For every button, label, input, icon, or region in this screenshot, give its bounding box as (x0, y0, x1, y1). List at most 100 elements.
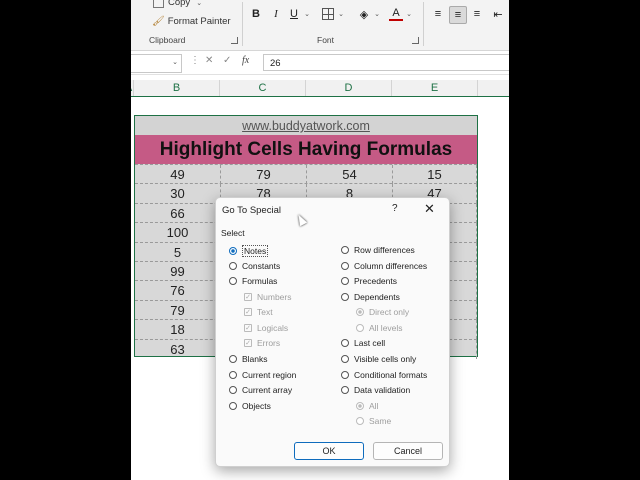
option-label: Column differences (354, 261, 428, 271)
table-cell[interactable]: 54 (307, 165, 393, 184)
option-label: Same (369, 416, 392, 426)
option-column-differences[interactable]: Column differences (341, 261, 427, 271)
check-text: ✓ Text (244, 307, 273, 317)
underline-button[interactable]: U (288, 6, 300, 22)
option-current-array[interactable]: Current array (229, 385, 292, 395)
radio-button[interactable] (341, 339, 349, 347)
table-cell[interactable]: 30 (135, 184, 221, 204)
radio-button[interactable] (229, 371, 237, 379)
column-header-e[interactable]: E (392, 80, 478, 96)
radio-button[interactable] (229, 277, 237, 285)
option-dependents[interactable]: Dependents (341, 292, 400, 302)
option-label: Text (257, 307, 273, 317)
insert-function-icon[interactable]: fx (242, 55, 249, 66)
option-visible-cells-only[interactable]: Visible cells only (341, 354, 416, 364)
table-cell[interactable]: 100 (135, 223, 221, 243)
column-header-b[interactable]: B (134, 80, 220, 96)
bold-button[interactable]: B (250, 6, 262, 22)
column-header-c[interactable]: C (220, 80, 306, 96)
name-box[interactable]: ⌄ (131, 54, 182, 73)
radio-button[interactable] (229, 386, 237, 394)
radio-button[interactable] (229, 262, 237, 270)
option-blanks[interactable]: Blanks (229, 354, 268, 364)
formula-input[interactable]: 26 (263, 54, 509, 71)
option-objects[interactable]: Objects (229, 401, 271, 411)
radio-button[interactable] (341, 293, 349, 301)
fill-dropdown-icon[interactable]: ⌄ (372, 6, 382, 22)
option-label: Formulas (242, 276, 278, 286)
check-errors: ✓ Errors (244, 338, 280, 348)
option-validation-all: All (356, 401, 378, 411)
table-cell[interactable]: 79 (221, 165, 307, 184)
radio-button[interactable] (229, 402, 237, 410)
option-current-region[interactable]: Current region (229, 370, 296, 380)
radio-button (356, 308, 364, 316)
indent-icon[interactable]: ⇤ (491, 6, 505, 22)
option-all-levels: All levels (356, 323, 403, 333)
option-data-validation[interactable]: Data validation (341, 385, 410, 395)
radio-button[interactable] (341, 246, 349, 254)
table-cell[interactable]: 79 (135, 300, 221, 320)
clipboard-launcher-icon[interactable] (231, 37, 238, 44)
table-cell[interactable]: 63 (135, 339, 221, 359)
option-constants[interactable]: Constants (229, 261, 280, 271)
align-right-icon[interactable]: ≡ (470, 6, 484, 22)
ok-button[interactable]: OK (294, 442, 364, 460)
italic-button[interactable]: I (270, 6, 282, 22)
option-notes[interactable]: Notes (229, 245, 269, 257)
checkbox: ✓ (244, 308, 252, 316)
copy-button[interactable]: Copy ⌄ (153, 0, 202, 8)
fill-color-icon[interactable]: ◈ (357, 6, 371, 22)
font-group-label: Font (317, 35, 335, 45)
radio-button[interactable] (229, 247, 237, 255)
table-cell[interactable]: 5 (135, 242, 221, 262)
check-numbers: ✓ Numbers (244, 292, 291, 302)
font-color-dropdown-icon[interactable]: ⌄ (404, 6, 414, 22)
more-options-icon[interactable]: ⋮ (190, 55, 200, 66)
option-direct-only: Direct only (356, 307, 409, 317)
cancel-icon[interactable]: ✕ (205, 55, 213, 66)
table-row: 49 79 54 15 (135, 164, 477, 184)
align-left-icon[interactable]: ≡ (431, 6, 445, 22)
clipboard-group-label: Clipboard (149, 35, 186, 45)
align-center-icon[interactable]: ≡ (449, 6, 467, 24)
borders-dropdown-icon[interactable]: ⌄ (336, 6, 346, 22)
radio-button (356, 417, 364, 425)
option-row-differences[interactable]: Row differences (341, 245, 415, 255)
format-painter-button[interactable]: 🖌 Format Painter (152, 16, 231, 27)
option-formulas[interactable]: Formulas (229, 276, 277, 286)
borders-icon[interactable] (321, 6, 335, 22)
option-precedents[interactable]: Precedents (341, 276, 397, 286)
option-label: Current region (242, 370, 297, 380)
table-cell[interactable]: 49 (135, 165, 221, 184)
option-last-cell[interactable]: Last cell (341, 338, 385, 348)
option-label: Data validation (354, 385, 411, 395)
close-icon[interactable]: ✕ (424, 201, 435, 217)
cancel-button[interactable]: Cancel (373, 442, 443, 460)
ribbon: Copy ⌄ 🖌 Format Painter Clipboard B I U … (131, 0, 509, 51)
font-launcher-icon[interactable] (412, 37, 419, 44)
underline-dropdown-icon[interactable]: ⌄ (302, 6, 312, 22)
option-label: Visible cells only (354, 354, 417, 364)
copy-icon (153, 0, 164, 8)
help-icon[interactable]: ? (392, 203, 398, 214)
radio-button[interactable] (341, 277, 349, 285)
table-cell[interactable]: 66 (135, 203, 221, 223)
table-cell[interactable]: 99 (135, 262, 221, 281)
radio-button[interactable] (229, 355, 237, 363)
font-color-button[interactable]: A (389, 6, 403, 21)
radio-button[interactable] (341, 262, 349, 270)
option-conditional-formats[interactable]: Conditional formats (341, 370, 427, 380)
table-cell[interactable]: 18 (135, 320, 221, 340)
radio-button[interactable] (341, 355, 349, 363)
option-label: Precedents (354, 276, 397, 286)
table-cell[interactable]: 76 (135, 281, 221, 301)
column-header-d[interactable]: D (306, 80, 392, 96)
radio-button[interactable] (341, 371, 349, 379)
enter-icon[interactable]: ✓ (223, 55, 231, 66)
table-cell[interactable]: 15 (393, 165, 477, 184)
radio-button[interactable] (341, 386, 349, 394)
option-validation-same: Same (356, 416, 391, 426)
option-label: Logicals (257, 323, 289, 333)
dialog-title: Go To Special (222, 205, 281, 216)
